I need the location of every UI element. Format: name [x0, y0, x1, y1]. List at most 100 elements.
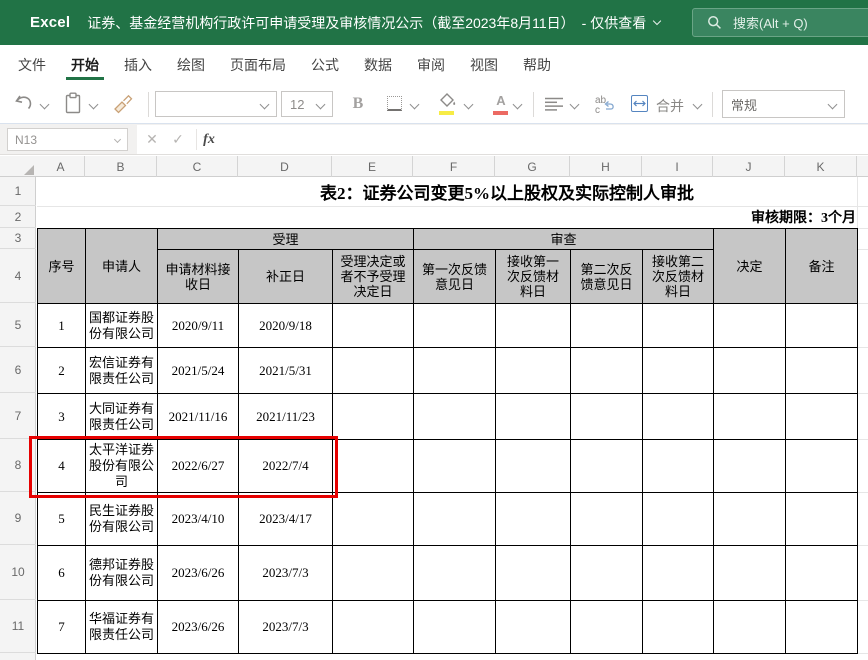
- alignment-dropdown-chevron[interactable]: [570, 100, 580, 110]
- table-cell[interactable]: 3: [37, 393, 86, 440]
- row-header[interactable]: 5: [0, 303, 36, 347]
- table-cell[interactable]: 2023/6/26: [157, 600, 239, 654]
- undo-button[interactable]: [13, 93, 36, 114]
- app-logo[interactable]: Excel: [30, 14, 70, 31]
- table-cell[interactable]: [642, 347, 714, 394]
- table-cell[interactable]: [495, 600, 571, 654]
- table-cell[interactable]: [332, 492, 414, 546]
- table-cell[interactable]: [413, 492, 496, 546]
- fill-color-dropdown-chevron[interactable]: [464, 100, 474, 110]
- applicant-cell[interactable]: 民生证券股份有限公司: [85, 492, 158, 546]
- number-format-select[interactable]: 常规: [722, 90, 845, 118]
- table-cell[interactable]: [495, 393, 571, 440]
- table-cell[interactable]: 2023/4/17: [238, 492, 333, 546]
- row-header[interactable]: 11: [0, 600, 36, 653]
- table-cell[interactable]: 2021/11/16: [157, 393, 239, 440]
- table-cell[interactable]: [570, 545, 643, 601]
- table-cell[interactable]: [785, 545, 858, 601]
- alignment-button[interactable]: [545, 97, 564, 111]
- table-cell[interactable]: [413, 347, 496, 394]
- paste-button[interactable]: [63, 92, 83, 115]
- header-cell[interactable]: 接收第一 次反馈材 料日: [495, 249, 571, 304]
- table-cell[interactable]: [570, 303, 643, 348]
- table-cell[interactable]: [713, 600, 786, 654]
- table-cell[interactable]: [495, 347, 571, 394]
- table-cell[interactable]: 2021/5/31: [238, 347, 333, 394]
- header-cell[interactable]: 第一次反馈 意见日: [413, 249, 496, 304]
- table-cell[interactable]: 2021/11/23: [238, 393, 333, 440]
- row-header[interactable]: 4: [0, 249, 36, 303]
- ribbon-tab[interactable]: 绘图: [177, 45, 205, 85]
- merge-cells-button[interactable]: [631, 95, 648, 112]
- fill-color-button[interactable]: [439, 93, 457, 115]
- column-header[interactable]: G: [495, 156, 570, 177]
- column-header[interactable]: C: [157, 156, 238, 177]
- table-cell[interactable]: 5: [37, 492, 86, 546]
- header-cell[interactable]: 接收第二 次反馈材 料日: [642, 249, 714, 304]
- header-cell[interactable]: 第二次反 馈意见日: [570, 249, 643, 304]
- table-cell[interactable]: [642, 303, 714, 348]
- row-header[interactable]: 6: [0, 347, 36, 393]
- table-cell[interactable]: [785, 347, 858, 394]
- wrap-text-button[interactable]: abc: [594, 94, 616, 114]
- table-cell[interactable]: [413, 303, 496, 348]
- column-header[interactable]: B: [85, 156, 157, 177]
- confirm-button[interactable]: ✓: [166, 128, 190, 151]
- table-cell[interactable]: 2020/9/11: [157, 303, 239, 348]
- borders-dropdown-chevron[interactable]: [410, 100, 420, 110]
- ribbon-tab[interactable]: 数据: [364, 45, 392, 85]
- header-cell[interactable]: 受理: [157, 228, 414, 250]
- header-cell[interactable]: 申请人: [85, 228, 158, 304]
- insert-function-button[interactable]: fx: [197, 128, 221, 151]
- column-header[interactable]: F: [413, 156, 495, 177]
- table-cell[interactable]: [413, 439, 496, 493]
- table-cell[interactable]: 2023/6/26: [157, 545, 239, 601]
- table-cell[interactable]: [495, 303, 571, 348]
- font-color-button[interactable]: A: [493, 93, 509, 115]
- column-header[interactable]: E: [332, 156, 413, 177]
- applicant-cell[interactable]: 国都证券股份有限公司: [85, 303, 158, 348]
- search-box[interactable]: 搜索(Alt + Q): [692, 8, 868, 37]
- column-header[interactable]: K: [785, 156, 857, 177]
- row-header[interactable]: 1: [0, 177, 36, 206]
- applicant-cell[interactable]: 华福证券有限责任公司: [85, 600, 158, 654]
- table-cell[interactable]: [642, 492, 714, 546]
- table-cell[interactable]: [785, 600, 858, 654]
- row-header[interactable]: 3: [0, 228, 36, 249]
- table-cell[interactable]: 2020/9/18: [238, 303, 333, 348]
- table-cell[interactable]: [785, 303, 858, 348]
- table-cell[interactable]: [570, 600, 643, 654]
- table-cell[interactable]: 1: [37, 303, 86, 348]
- table-cell[interactable]: [785, 393, 858, 440]
- table-cell[interactable]: [570, 347, 643, 394]
- column-header[interactable]: J: [713, 156, 785, 177]
- table-cell[interactable]: [332, 600, 414, 654]
- applicant-cell[interactable]: 德邦证券股份有限公司: [85, 545, 158, 601]
- bold-button[interactable]: B: [347, 93, 369, 115]
- table-cell[interactable]: [332, 347, 414, 394]
- table-cell[interactable]: [642, 393, 714, 440]
- table-cell[interactable]: 7: [37, 600, 86, 654]
- table-cell[interactable]: [713, 347, 786, 394]
- ribbon-tab[interactable]: 审阅: [417, 45, 445, 85]
- table-cell[interactable]: 2023/7/3: [238, 545, 333, 601]
- chevron-down-icon[interactable]: [653, 16, 661, 24]
- table-cell[interactable]: [713, 492, 786, 546]
- header-cell[interactable]: 决定: [713, 228, 786, 304]
- select-all-corner[interactable]: [24, 165, 34, 175]
- table-cell[interactable]: [495, 545, 571, 601]
- table-cell[interactable]: [413, 545, 496, 601]
- font-size-select[interactable]: 12: [281, 91, 333, 117]
- row-header[interactable]: 7: [0, 393, 36, 439]
- row-header[interactable]: 9: [0, 492, 36, 545]
- row-header[interactable]: 10: [0, 545, 36, 600]
- header-cell[interactable]: 申请材料接 收日: [157, 249, 239, 304]
- document-title[interactable]: 证券、基金经营机构行政许可申请受理及审核情况公示（截至2023年8月11日）: [87, 13, 574, 33]
- column-header[interactable]: H: [570, 156, 642, 177]
- cancel-button[interactable]: ✕: [140, 128, 164, 151]
- row-header[interactable]: 2: [0, 206, 36, 228]
- borders-button[interactable]: [387, 96, 402, 111]
- formula-input[interactable]: [137, 125, 868, 154]
- ribbon-tab[interactable]: 视图: [470, 45, 498, 85]
- table-cell[interactable]: [413, 393, 496, 440]
